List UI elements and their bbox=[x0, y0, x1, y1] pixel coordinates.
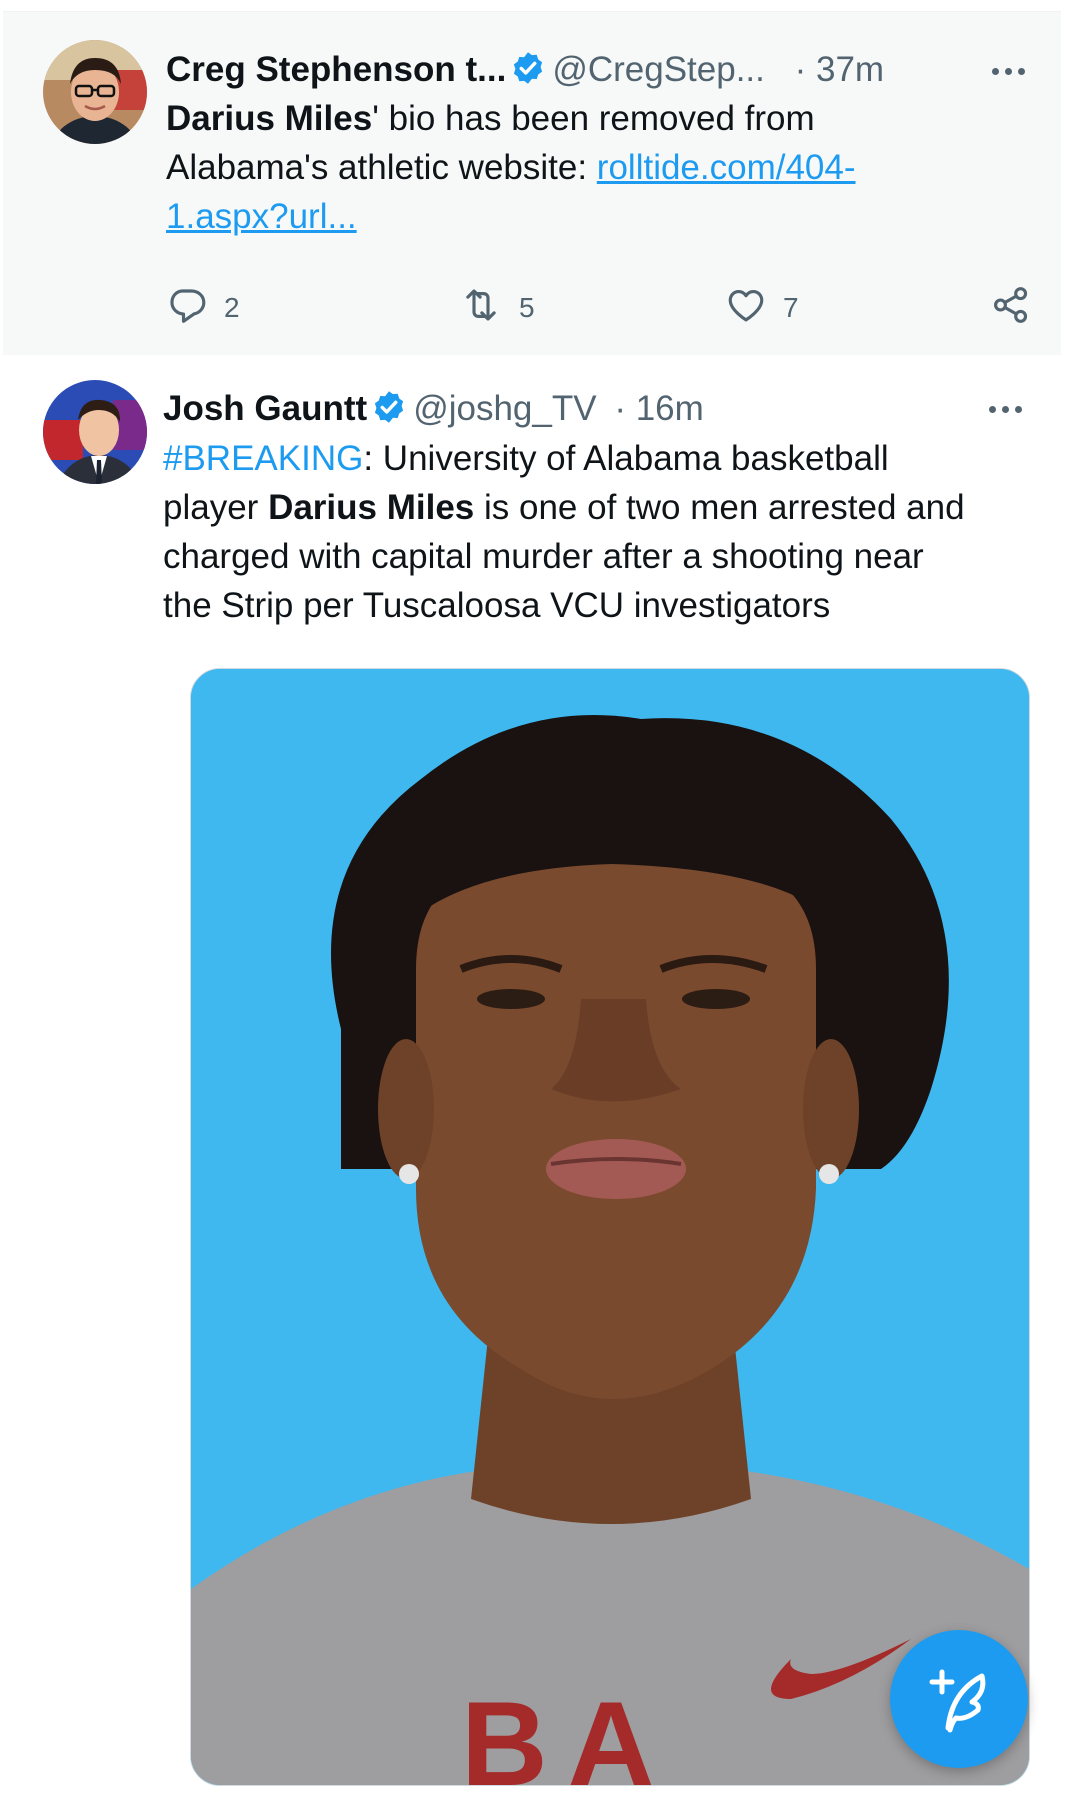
display-name[interactable]: Creg Stephenson t... bbox=[166, 50, 506, 89]
retweet-button[interactable]: 5 bbox=[459, 284, 535, 332]
timestamp[interactable]: · 37m bbox=[795, 50, 884, 89]
compose-tweet-button[interactable] bbox=[890, 1630, 1028, 1768]
tweet-creg-stephenson[interactable]: Creg Stephenson t... @CregStep... · 37m D… bbox=[3, 11, 1061, 356]
avatar-josh[interactable] bbox=[43, 380, 147, 484]
retweet-icon bbox=[459, 284, 503, 333]
handle[interactable]: @CregStep... bbox=[552, 50, 765, 89]
like-icon bbox=[725, 284, 767, 333]
bold-name: Darius Miles bbox=[268, 488, 475, 527]
more-icon[interactable] bbox=[992, 66, 1030, 76]
text-line: the Strip per Tuscaloosa VCU investigato… bbox=[163, 586, 831, 625]
retweet-count: 5 bbox=[519, 292, 535, 323]
share-button[interactable] bbox=[990, 284, 1032, 332]
text-line: charged with capital murder after a shoo… bbox=[163, 537, 924, 576]
handle[interactable]: @joshg_TV bbox=[413, 389, 596, 428]
reply-count: 2 bbox=[224, 292, 240, 323]
photo-illustration: BA bbox=[191, 669, 1029, 1785]
shirt-text: BA bbox=[461, 1677, 674, 1785]
verified-badge-icon bbox=[510, 50, 546, 97]
like-count: 7 bbox=[783, 292, 799, 323]
tweet-header: Creg Stephenson t... @CregStep... · 37m bbox=[166, 48, 884, 97]
text-segment: player bbox=[163, 488, 269, 527]
tweet-text: #BREAKING: University of Alabama basketb… bbox=[163, 434, 1063, 630]
verified-badge-icon bbox=[371, 389, 407, 436]
tweet-link-continued[interactable]: 1.aspx?url... bbox=[166, 197, 357, 236]
tweet-media-photo[interactable]: BA bbox=[190, 668, 1030, 1786]
reply-button[interactable]: 2 bbox=[166, 284, 240, 332]
timestamp[interactable]: · 16m bbox=[614, 389, 703, 428]
display-name[interactable]: Josh Gauntt bbox=[163, 389, 367, 428]
share-icon bbox=[990, 284, 1032, 333]
tweet-link[interactable]: rolltide.com/404- bbox=[597, 148, 856, 187]
like-button[interactable]: 7 bbox=[725, 284, 799, 332]
reply-icon bbox=[166, 284, 208, 333]
more-icon[interactable] bbox=[989, 404, 1027, 414]
text-segment: Alabama's athletic website: bbox=[166, 148, 597, 187]
hashtag-link[interactable]: #BREAKING bbox=[163, 439, 363, 478]
text-segment: ' bio has been removed from bbox=[372, 99, 815, 138]
text-segment: : University of Alabama basketball bbox=[363, 439, 889, 478]
text-segment: is one of two men arrested and bbox=[474, 488, 965, 527]
avatar-creg[interactable] bbox=[43, 40, 147, 144]
bold-name: Darius Miles bbox=[166, 99, 373, 138]
tweet-text: Darius Miles' bio has been removed from … bbox=[166, 94, 1036, 241]
compose-tweet-icon bbox=[890, 1669, 1028, 1772]
tweet-header: Josh Gauntt @joshg_TV · 16m bbox=[163, 387, 704, 436]
